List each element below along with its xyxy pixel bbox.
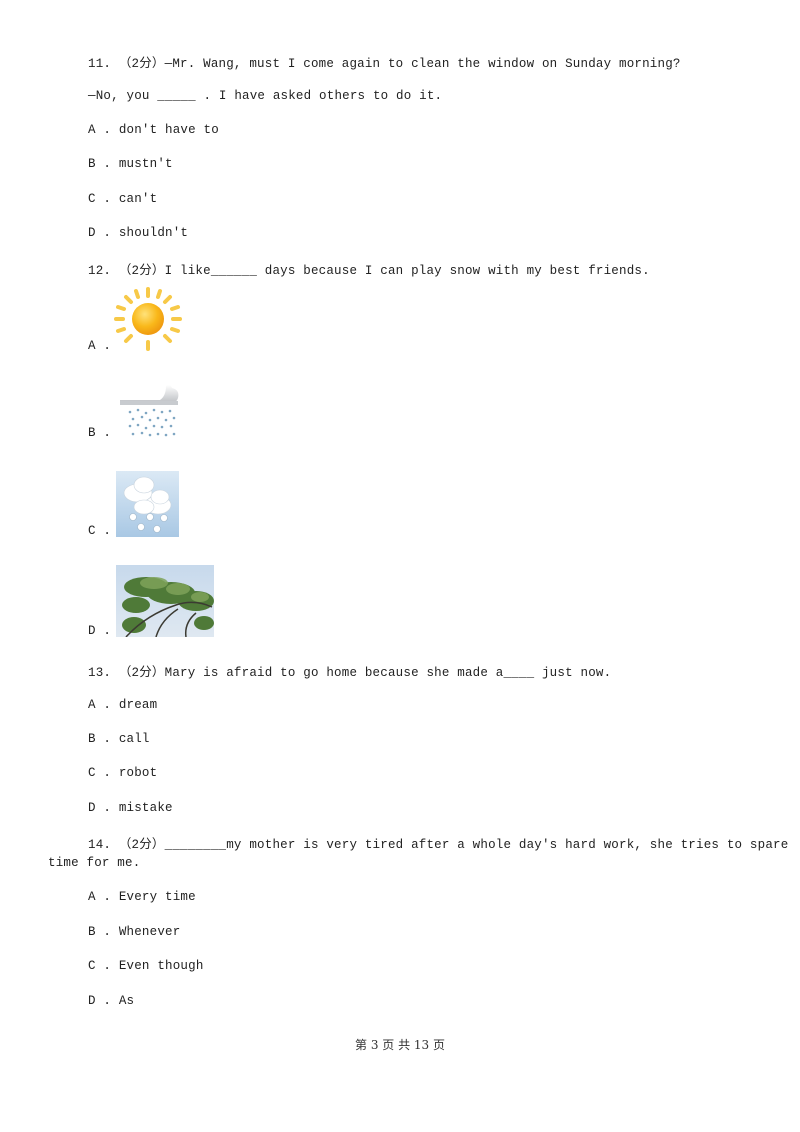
option-label: B .	[88, 732, 112, 746]
option-label: A .	[88, 890, 112, 904]
rainy-weather-icon[interactable]	[116, 382, 184, 440]
question-number: 12.	[88, 264, 112, 278]
option-label: B .	[88, 157, 112, 171]
question-14-stem: 14. （2分）________my mother is very tired …	[88, 833, 788, 852]
option-label: C .	[88, 959, 112, 973]
option-d[interactable]: D . As	[88, 994, 134, 1008]
option-text: shouldn't	[118, 226, 189, 240]
option-label: C .	[88, 192, 112, 206]
option-b[interactable]: B . Whenever	[88, 925, 180, 939]
option-text: mistake	[118, 801, 173, 815]
option-c-label[interactable]: C .	[88, 524, 111, 538]
question-11-stem-line2: —No, you _____ . I have asked others to …	[88, 89, 443, 103]
sunny-weather-icon[interactable]	[114, 287, 182, 351]
option-b[interactable]: B . call	[88, 732, 150, 746]
option-label: D .	[88, 801, 112, 815]
option-d[interactable]: D . mistake	[88, 801, 173, 815]
option-b[interactable]: B . mustn't	[88, 157, 173, 171]
option-text: Every time	[118, 890, 196, 904]
option-a-label[interactable]: A .	[88, 339, 111, 353]
page-footer: 第 3 页 共 13 页	[355, 1038, 445, 1052]
option-label: A .	[88, 123, 112, 137]
question-text: ________my mother is very tired after a …	[164, 838, 789, 852]
windy-tree-photo[interactable]	[116, 565, 214, 637]
option-text: dream	[118, 698, 158, 712]
question-score: （2分）	[118, 57, 165, 71]
option-a[interactable]: A . don't have to	[88, 123, 219, 137]
option-label: C .	[88, 766, 112, 780]
question-14-stem-line2: time for me.	[48, 856, 141, 870]
option-text: robot	[118, 766, 158, 780]
question-number: 13.	[88, 666, 112, 680]
option-label: B .	[88, 925, 112, 939]
option-b-label[interactable]: B .	[88, 426, 111, 440]
question-score: （2分）	[118, 838, 165, 852]
question-number: 14.	[88, 838, 112, 852]
question-score: （2分）	[118, 264, 165, 278]
option-text: mustn't	[118, 157, 173, 171]
question-text: —Mr. Wang, must I come again to clean th…	[164, 57, 681, 71]
question-12-stem: 12. （2分）I like______ days because I can …	[88, 259, 650, 278]
option-text: can't	[118, 192, 158, 206]
question-number: 11.	[88, 57, 112, 71]
question-11-stem: 11. （2分）—Mr. Wang, must I come again to …	[88, 52, 681, 71]
option-label: D .	[88, 226, 112, 240]
option-c[interactable]: C . Even though	[88, 959, 204, 973]
option-label: D .	[88, 994, 112, 1008]
option-a[interactable]: A . dream	[88, 698, 157, 712]
snowy-weather-icon[interactable]	[116, 471, 179, 537]
option-d-label[interactable]: D .	[88, 624, 111, 638]
option-text: Whenever	[118, 925, 181, 939]
option-text: call	[118, 732, 150, 746]
option-c[interactable]: C . can't	[88, 192, 157, 206]
question-score: （2分）	[118, 666, 165, 680]
option-a[interactable]: A . Every time	[88, 890, 196, 904]
option-text: Even though	[118, 959, 204, 973]
option-text: As	[118, 994, 135, 1008]
option-label: A .	[88, 698, 112, 712]
option-d[interactable]: D . shouldn't	[88, 226, 188, 240]
option-c[interactable]: C . robot	[88, 766, 157, 780]
question-13-stem: 13. （2分）Mary is afraid to go home becaus…	[88, 661, 611, 680]
question-text: Mary is afraid to go home because she ma…	[164, 666, 612, 680]
question-text: I like______ days because I can play sno…	[164, 264, 650, 278]
option-text: don't have to	[118, 123, 219, 137]
